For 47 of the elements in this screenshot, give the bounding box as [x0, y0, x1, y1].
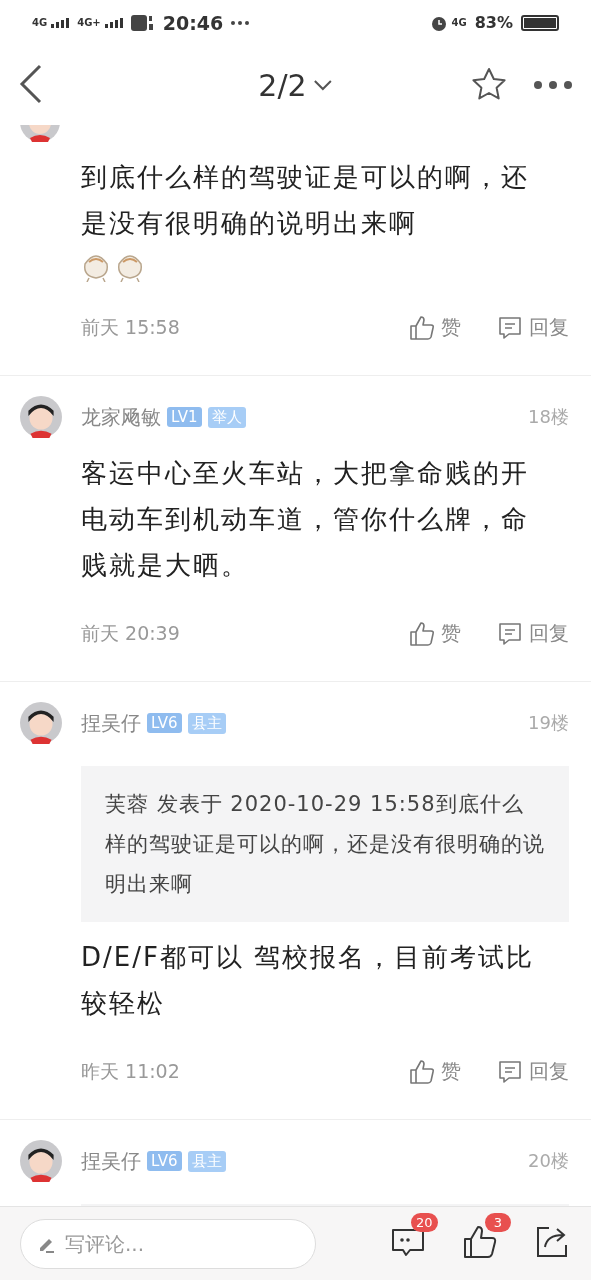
- post-time: 前天 20:39: [81, 620, 180, 646]
- reply-button[interactable]: 回复: [497, 1058, 569, 1085]
- signal-icon: [51, 17, 70, 28]
- reply-icon: [497, 1058, 523, 1085]
- user-badge: LV1: [167, 407, 202, 427]
- reply-icon: [497, 314, 523, 341]
- reply-button[interactable]: 回复: [497, 314, 569, 341]
- reply-icon: [497, 620, 523, 647]
- network-label: 4G: [451, 17, 467, 28]
- comment-input[interactable]: 写评论...: [20, 1218, 316, 1269]
- comment-text: D/E/F都可以 驾校报名，目前考试比较轻松: [81, 941, 536, 1020]
- floor-number: 20楼: [528, 1149, 569, 1173]
- hd-icon: [130, 13, 155, 32]
- chevron-down-icon: [312, 79, 333, 91]
- avatar-icon[interactable]: [20, 396, 62, 438]
- user-badge: 县主: [187, 712, 226, 734]
- user-badge: 县主: [187, 1150, 226, 1172]
- avatar-icon[interactable]: [20, 1140, 62, 1182]
- user-name[interactable]: 捏吴仔: [81, 1147, 141, 1175]
- like-button[interactable]: 赞: [409, 1058, 461, 1085]
- quoted-post: 芙蓉 发表于 2020-10-29 15:58到底什么样的驾驶证是可以的啊，还是没有很明确的说明出来啊: [81, 766, 569, 922]
- page-selector[interactable]: 2/2: [258, 67, 333, 103]
- signal-icon: [104, 17, 123, 28]
- user-badge: LV6: [147, 713, 182, 733]
- user-badge: 举人: [207, 406, 246, 428]
- user-name[interactable]: 捏吴仔: [81, 709, 141, 737]
- more-notifications-icon: [231, 20, 250, 25]
- clock-time: 20:46: [162, 11, 224, 34]
- like-count-badge: 3: [485, 1213, 511, 1232]
- user-name[interactable]: 龙家飏敏: [81, 403, 161, 431]
- network-label: 4G: [32, 17, 48, 28]
- battery-icon: [521, 14, 559, 31]
- post-time: 前天 15:58: [81, 314, 180, 340]
- reply-button[interactable]: 回复: [497, 620, 569, 647]
- like-button[interactable]: 赞: [409, 620, 461, 647]
- comment-text-input[interactable]: 写评论...: [63, 1230, 287, 1257]
- floor-number: 18楼: [528, 405, 569, 429]
- battery-percent: 83%: [474, 13, 513, 32]
- like-button[interactable]: 赞: [409, 314, 461, 341]
- network-label: 4G+: [77, 17, 101, 28]
- comment-count-badge: 20: [411, 1213, 438, 1232]
- avatar-icon[interactable]: [20, 702, 62, 744]
- post-time: 昨天 11:02: [81, 1058, 180, 1084]
- floor-number: 19楼: [528, 711, 569, 735]
- comment-text: 客运中心至火车站，大把拿命贱的开电动车到机动车道，管你什么牌，命贱就是大晒。: [81, 457, 530, 582]
- user-badge: LV6: [147, 1151, 182, 1171]
- comment-text: 到底什么样的驾驶证是可以的啊，还是没有很明确的说明出来啊: [81, 161, 530, 240]
